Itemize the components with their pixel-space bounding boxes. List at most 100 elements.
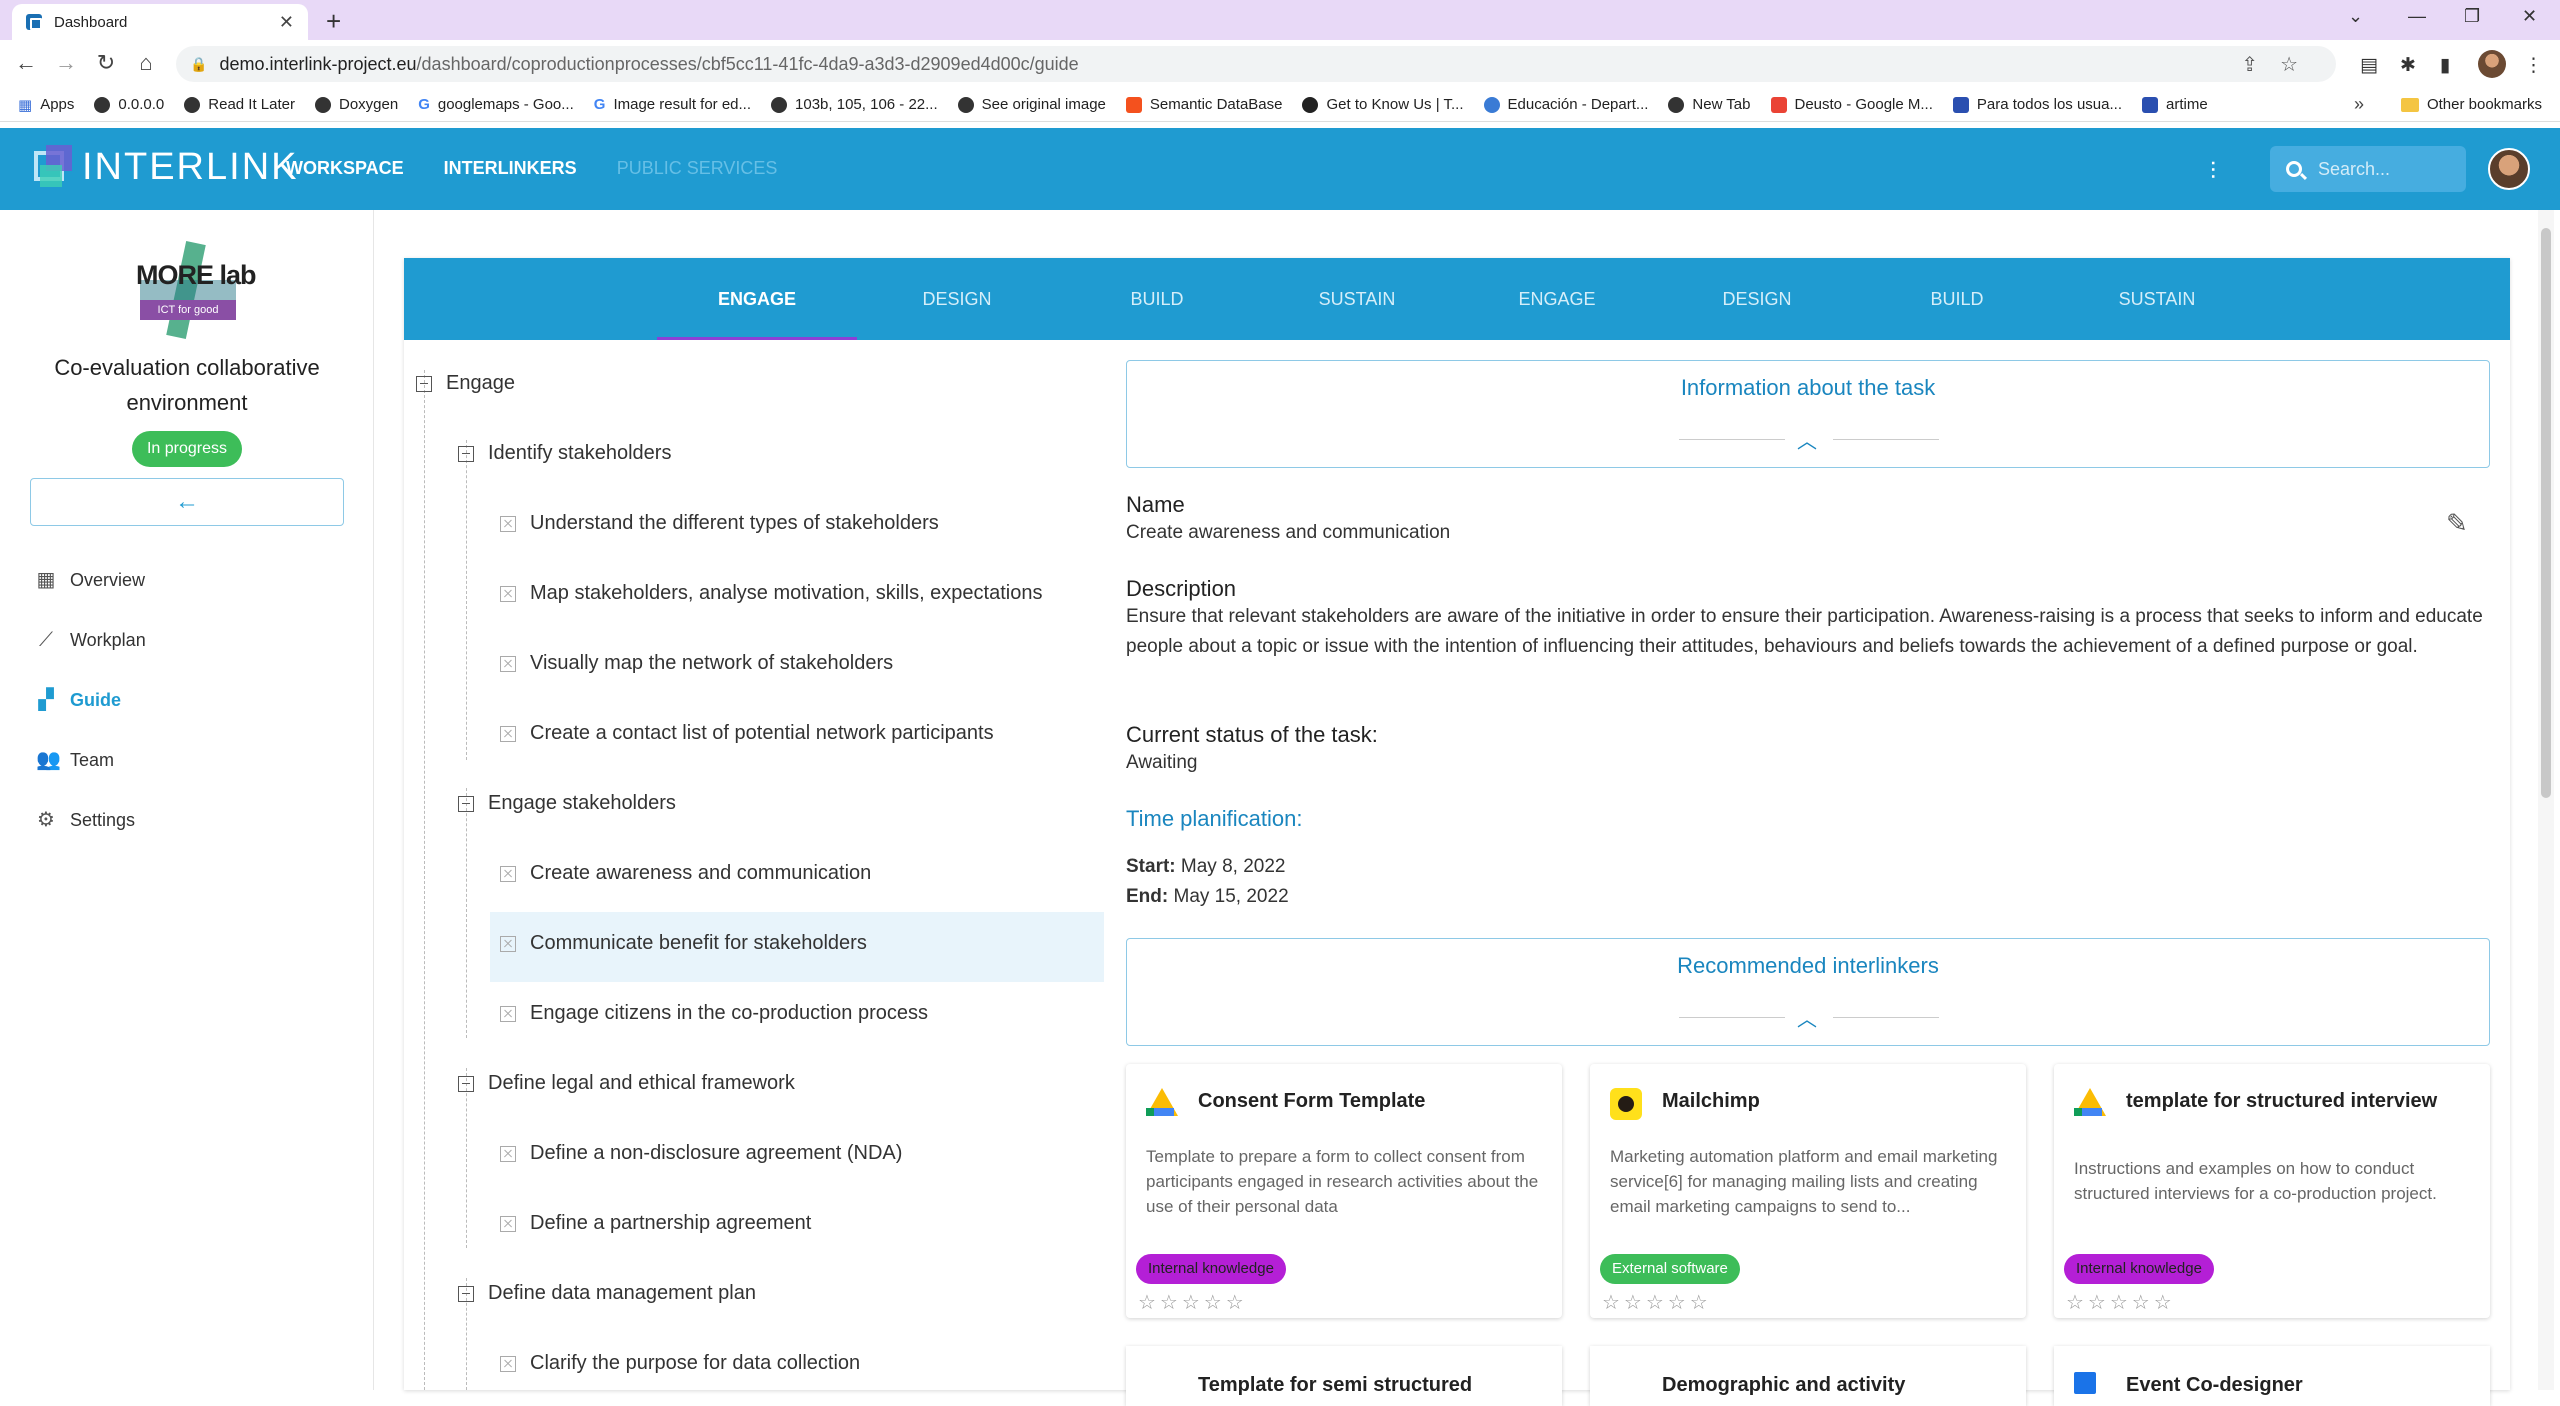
tree-task-node[interactable]: Clarify the purpose for data collection [500,1352,860,1375]
other-bookmarks[interactable]: Other bookmarks [2400,96,2542,113]
bookmark-apps[interactable]: ▦ Apps [18,96,74,114]
bookmark[interactable]: Educación - Depart... [1483,96,1648,113]
tune-icon[interactable]: ⫶ [2210,158,2216,186]
tree-objective-node[interactable]: Engage stakeholders [458,792,676,815]
project-logo: MORE lab ICT for good [136,240,257,340]
nav-public-services[interactable]: PUBLIC SERVICES [617,158,778,179]
home-icon[interactable]: ⌂ [132,50,160,76]
sidebar-item-settings[interactable]: ⚙ Settings [0,790,374,850]
interlinker-card[interactable]: Demographic and activity [1590,1346,2026,1406]
minimize-icon[interactable]: — [2408,6,2426,27]
rating-stars[interactable]: ☆☆☆☆☆ [1602,1290,1712,1315]
user-avatar[interactable] [2488,148,2530,190]
bookmark[interactable]: Read It Later [184,96,295,113]
search-box[interactable] [2270,146,2466,192]
bookmark[interactable]: 103b, 105, 106 - 22... [771,96,938,113]
bookmark[interactable]: Ggooglemaps - Goo... [418,96,574,113]
puzzle-icon[interactable]: ✱ [2400,54,2416,77]
tree-task-node[interactable]: Visually map the network of stakeholders [500,652,893,675]
tree-phase-node[interactable]: Engage [416,372,515,395]
collapse-icon[interactable] [458,1075,474,1092]
forward-arrow-icon[interactable]: → [52,50,80,76]
tab-design[interactable]: DESIGN [1657,258,1857,340]
interlinker-card[interactable]: Consent Form Template Template to prepar… [1126,1064,1562,1318]
browser-tab[interactable]: Dashboard ✕ [12,4,308,40]
url-bar[interactable]: 🔒 demo.interlink-project.eu/dashboard/co… [176,46,2336,82]
nav-interlinkers[interactable]: INTERLINKERS [444,158,577,179]
bookmark[interactable]: artime [2142,96,2208,113]
search-input[interactable] [2318,158,2448,180]
menu-dots-icon[interactable]: ⋮ [2524,54,2543,77]
bookmark[interactable]: Para todos los usua... [1952,96,2122,113]
tab-build[interactable]: BUILD [1857,258,2057,340]
tab-design[interactable]: DESIGN [857,258,1057,340]
tab-engage[interactable]: ENGAGE [1457,258,1657,340]
rating-stars[interactable]: ☆☆☆☆☆ [2066,1290,2176,1315]
scrollbar-thumb[interactable] [2541,228,2551,798]
bookmark[interactable]: See original image [957,96,1106,113]
sidebar-item-overview[interactable]: ▦ Overview [0,550,374,610]
collapse-icon[interactable] [458,795,474,812]
tree-objective-node[interactable]: Identify stakeholders [458,442,671,465]
interlinker-card[interactable]: Mailchimp Marketing automation platform … [1590,1064,2026,1318]
chevron-up-icon[interactable]: ︿ [1797,1003,1817,1032]
collapse-icon[interactable] [458,1285,474,1302]
sidebar-item-workplan[interactable]: ⟋ Workplan [0,610,374,670]
reload-icon[interactable]: ↻ [92,50,120,76]
interlinker-card[interactable]: Event Co-designer [2054,1346,2490,1406]
recommended-header[interactable]: Recommended interlinkers ︿ [1126,938,2490,1046]
tree-task-node[interactable]: Create a contact list of potential netwo… [500,722,994,745]
tab-build[interactable]: BUILD [1057,258,1257,340]
chevron-up-icon[interactable]: ︿ [1797,425,1817,454]
tree-task-node-selected[interactable]: Create awareness and communication [500,862,871,885]
back-button[interactable]: ← [30,478,344,526]
tab-sustain[interactable]: SUSTAIN [2057,258,2257,340]
edit-pencil-icon[interactable]: ✎ [2446,508,2468,539]
bookmark[interactable]: Doxygen [314,96,398,113]
collapse-icon[interactable] [416,375,432,392]
page-scrollbar[interactable] [2538,210,2554,1390]
rating-stars[interactable]: ☆☆☆☆☆ [1138,1290,1248,1315]
bookmark[interactable]: Semantic DataBase [1125,96,1282,113]
bookmark[interactable]: 0.0.0.0 [94,96,164,113]
side-panel-icon[interactable]: ▮ [2440,54,2450,77]
tree-objective-node[interactable]: Define data management plan [458,1282,756,1305]
tree-objective-node[interactable]: Define legal and ethical framework [458,1072,795,1095]
interlink-logo[interactable]: INTERLINK [34,144,298,190]
sidebar-item-guide[interactable]: ▞ Guide [0,670,374,730]
bookmark[interactable]: New Tab [1668,96,1751,113]
back-arrow-icon[interactable]: ← [12,50,40,76]
extension-icon[interactable]: ▤ [2360,54,2378,77]
tab-sustain[interactable]: SUSTAIN [1257,258,1457,340]
tree-task-node[interactable]: Define a partnership agreement [500,1212,811,1235]
bookmark[interactable]: Deusto - Google M... [1770,96,1933,113]
close-tab-icon[interactable]: ✕ [279,12,294,33]
collapse-icon[interactable] [458,445,474,462]
maps-pin-icon [1770,96,1787,113]
interlinker-card[interactable]: Template for semi structured [1126,1346,1562,1406]
more-bookmarks-icon[interactable]: » [2354,94,2364,115]
tab-search-icon[interactable]: ⌄ [2348,6,2363,27]
bookmark[interactable]: Get to Know Us | T... [1302,96,1464,113]
tree-task-node[interactable]: Define a non-disclosure agreement (NDA) [500,1142,902,1165]
name-section: Name Create awareness and communication [1126,492,1450,548]
browser-profile-avatar[interactable] [2478,50,2506,78]
tree-task-node[interactable]: Communicate benefit for stakeholders [500,932,867,955]
end-label: End: [1126,886,1169,907]
url-host: demo.interlink-project.eu [219,53,417,74]
logo-text: INTERLINK [82,145,299,188]
task-status: Awaiting [1126,752,1198,773]
share-bookmark-icons[interactable]: ⇪☆ [2241,52,2320,77]
bookmark[interactable]: G Image result for ed... [594,96,751,113]
tab-engage[interactable]: ENGAGE [657,258,857,340]
nav-workspace[interactable]: WORKSPACE [286,158,404,179]
new-tab-icon[interactable]: + [326,6,341,37]
restore-icon[interactable]: ❐ [2464,6,2480,27]
tree-task-node[interactable]: Engage citizens in the co-production pro… [500,1002,928,1025]
task-info-header[interactable]: Information about the task ︿ [1126,360,2490,468]
close-window-icon[interactable]: ✕ [2522,6,2537,27]
tree-task-node[interactable]: Understand the different types of stakeh… [500,512,939,535]
tree-task-node[interactable]: Map stakeholders, analyse motivation, sk… [500,582,1042,605]
interlinker-card[interactable]: template for structured interview Instru… [2054,1064,2490,1318]
sidebar-item-team[interactable]: 👥 Team [0,730,374,790]
